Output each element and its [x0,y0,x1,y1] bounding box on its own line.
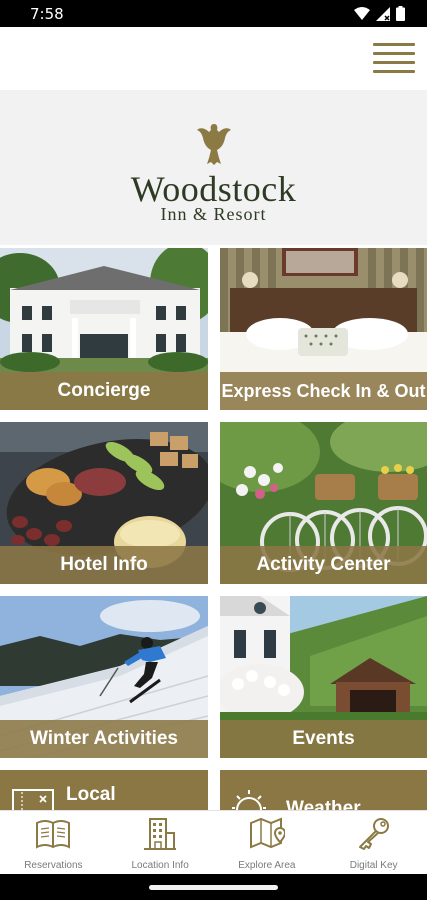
menu-bar [373,52,415,55]
wifi-icon [354,7,370,20]
bottom-navigation: Reservations Location Info Explore Area [0,810,427,874]
nav-explore-area[interactable]: Explore Area [214,811,321,874]
local-map-icon [12,789,54,810]
battery-icon [396,6,405,21]
nav-digital-key[interactable]: Digital Key [320,811,427,874]
logo-band: Woodstock Inn & Resort [0,90,427,245]
system-gesture-bar [0,874,427,900]
tile-label: Concierge [0,372,208,410]
home-indicator[interactable] [149,885,278,890]
nav-label: Explore Area [238,860,296,871]
nav-label: Reservations [24,860,83,871]
nav-label: Location Info [131,860,189,871]
tile-label: Hotel Info [0,546,208,584]
tile-label: Events [220,720,427,758]
tile-local[interactable]: Local [0,770,208,810]
eagle-logo-icon [197,124,231,165]
status-bar: 7:58 [0,0,427,27]
nav-label: Digital Key [349,860,398,871]
app-header [0,27,427,90]
nav-reservations[interactable]: Reservations [0,811,107,874]
status-time: 7:58 [30,4,64,23]
menu-bar [373,70,415,73]
hamburger-menu-button[interactable] [373,41,415,75]
tile-label: Weather [286,798,361,810]
tile-events[interactable]: Events [220,596,427,758]
building-icon [144,818,177,850]
tile-label: Express Check In & Out [220,372,427,410]
menu-bar [373,61,415,64]
brand-tagline: Inn & Resort [160,204,267,224]
app-screen: 7:58 Woodstock Inn & Resort Concierge Ex… [0,0,427,900]
menu-bar [373,43,415,46]
tile-weather[interactable]: Weather [220,770,427,810]
book-icon [36,820,71,849]
tile-label: Activity Center [220,546,427,584]
key-icon [358,818,389,850]
status-icons [354,6,405,21]
tile-label: Local [66,784,116,805]
tile-concierge[interactable]: Concierge [0,248,208,410]
tile-label: Winter Activities [0,720,208,758]
tile-activity-center[interactable]: Activity Center [220,422,427,584]
tile-hotel-info[interactable]: Hotel Info [0,422,208,584]
map-icon [249,817,285,849]
tile-express-check-in-out[interactable]: Express Check In & Out [220,248,427,410]
tile-winter-activities[interactable]: Winter Activities [0,596,208,758]
signal-icon [376,6,390,21]
sun-icon [232,790,266,810]
nav-location-info[interactable]: Location Info [107,811,214,874]
